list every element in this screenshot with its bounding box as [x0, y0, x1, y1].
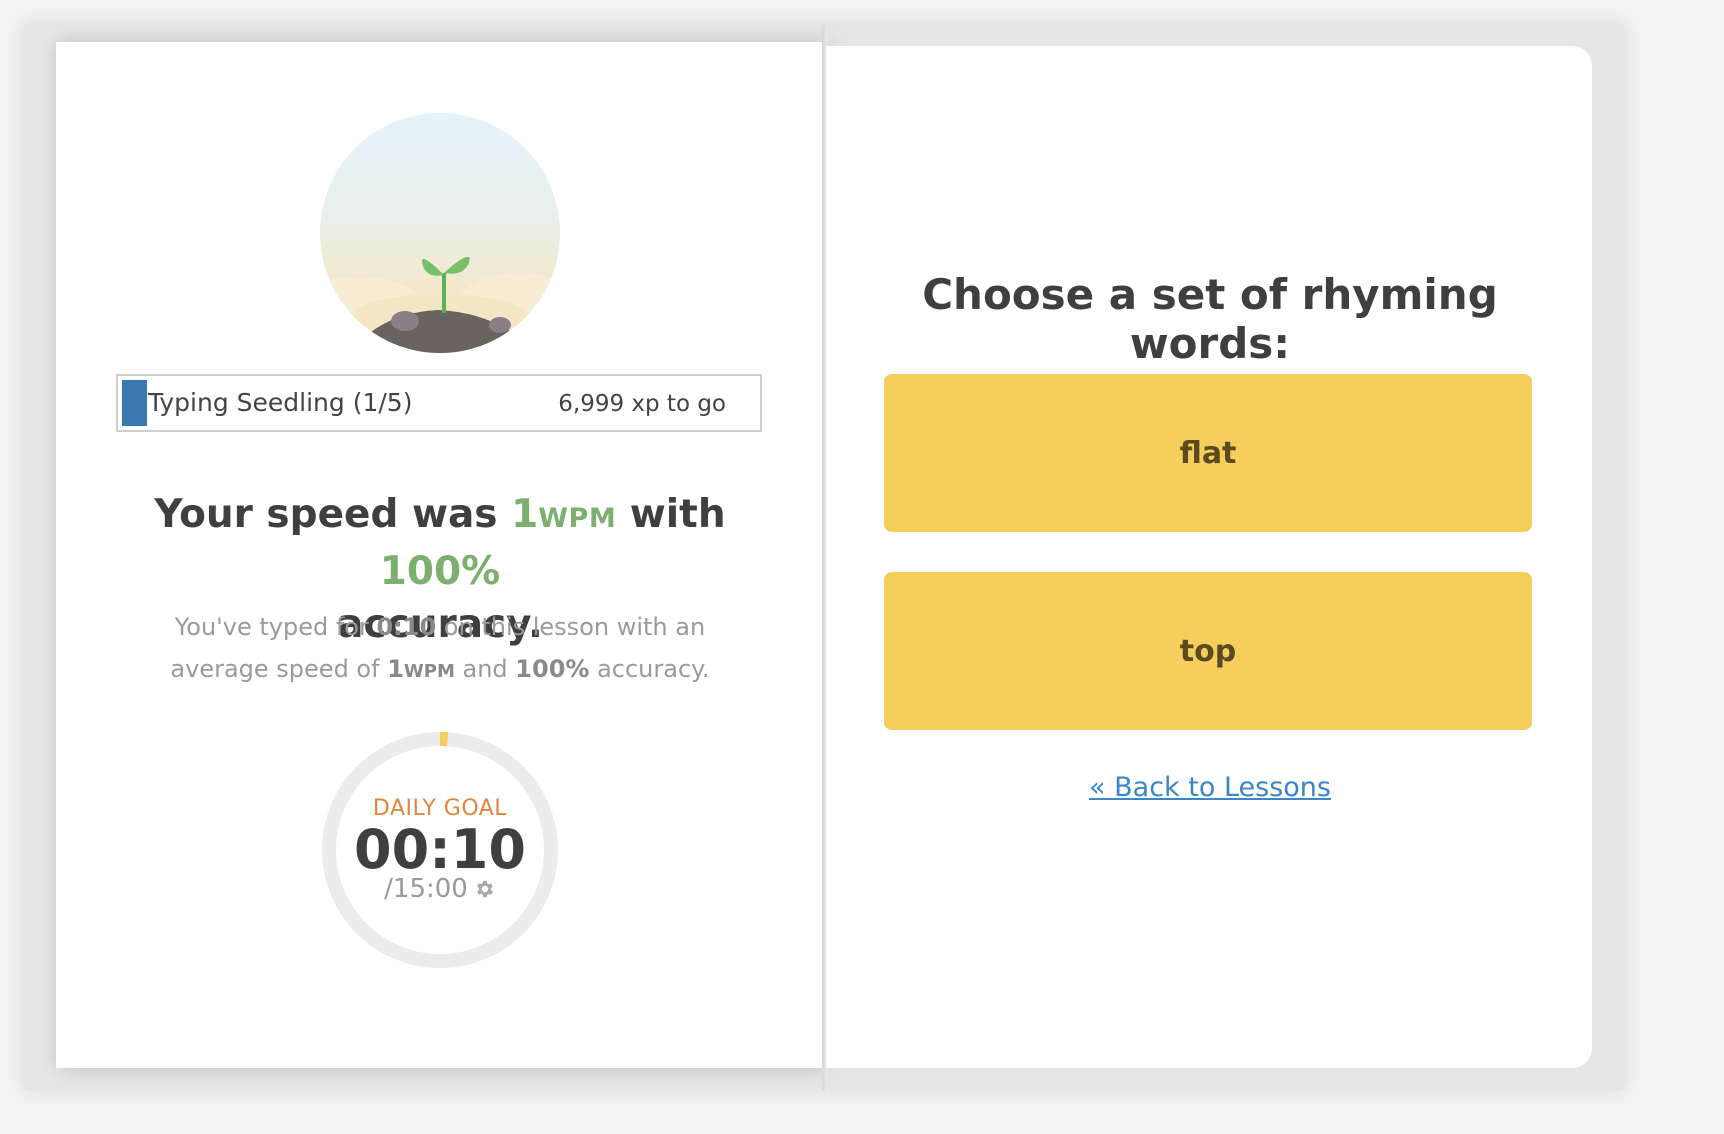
summary-time: 0:10 [376, 613, 437, 641]
level-progress-bar: Typing Seedling (1/5) 6,999 xp to go [116, 374, 762, 432]
back-to-lessons-link[interactable]: « Back to Lessons [870, 772, 1550, 803]
activity-page [826, 46, 1592, 1068]
accuracy-value: 100% [379, 549, 501, 594]
summary-text: You've typed for [174, 613, 377, 641]
summary-text: accuracy. [589, 655, 710, 683]
daily-goal-target-text: /15:00 [384, 874, 468, 904]
summary-speed: 1 [387, 655, 404, 683]
speed-value: 1 [511, 492, 539, 537]
choice-button-top[interactable]: top [884, 572, 1532, 730]
choice-button-flat[interactable]: flat [884, 374, 1532, 532]
question-title: Choose a set of rhyming words: [922, 270, 1498, 368]
speed-heading-prefix: Your speed was [154, 492, 512, 537]
speed-unit: WPM [538, 503, 617, 534]
level-progress-fill [122, 380, 147, 426]
seedling-badge-icon [320, 113, 560, 353]
daily-goal-elapsed: 00:10 [354, 818, 526, 881]
speed-heading-middle: with [616, 492, 726, 537]
xp-remaining: 6,999 xp to go [558, 391, 726, 417]
level-name: Typing Seedling (1/5) [148, 388, 413, 417]
lesson-summary: You've typed for 0:10 on this lesson wit… [140, 606, 740, 693]
summary-text: and [454, 655, 516, 683]
summary-accuracy: 100% [515, 655, 590, 683]
gear-icon[interactable] [474, 878, 496, 900]
daily-goal-target[interactable]: /15:00 [320, 874, 560, 904]
summary-speed-unit: WPM [403, 661, 455, 682]
